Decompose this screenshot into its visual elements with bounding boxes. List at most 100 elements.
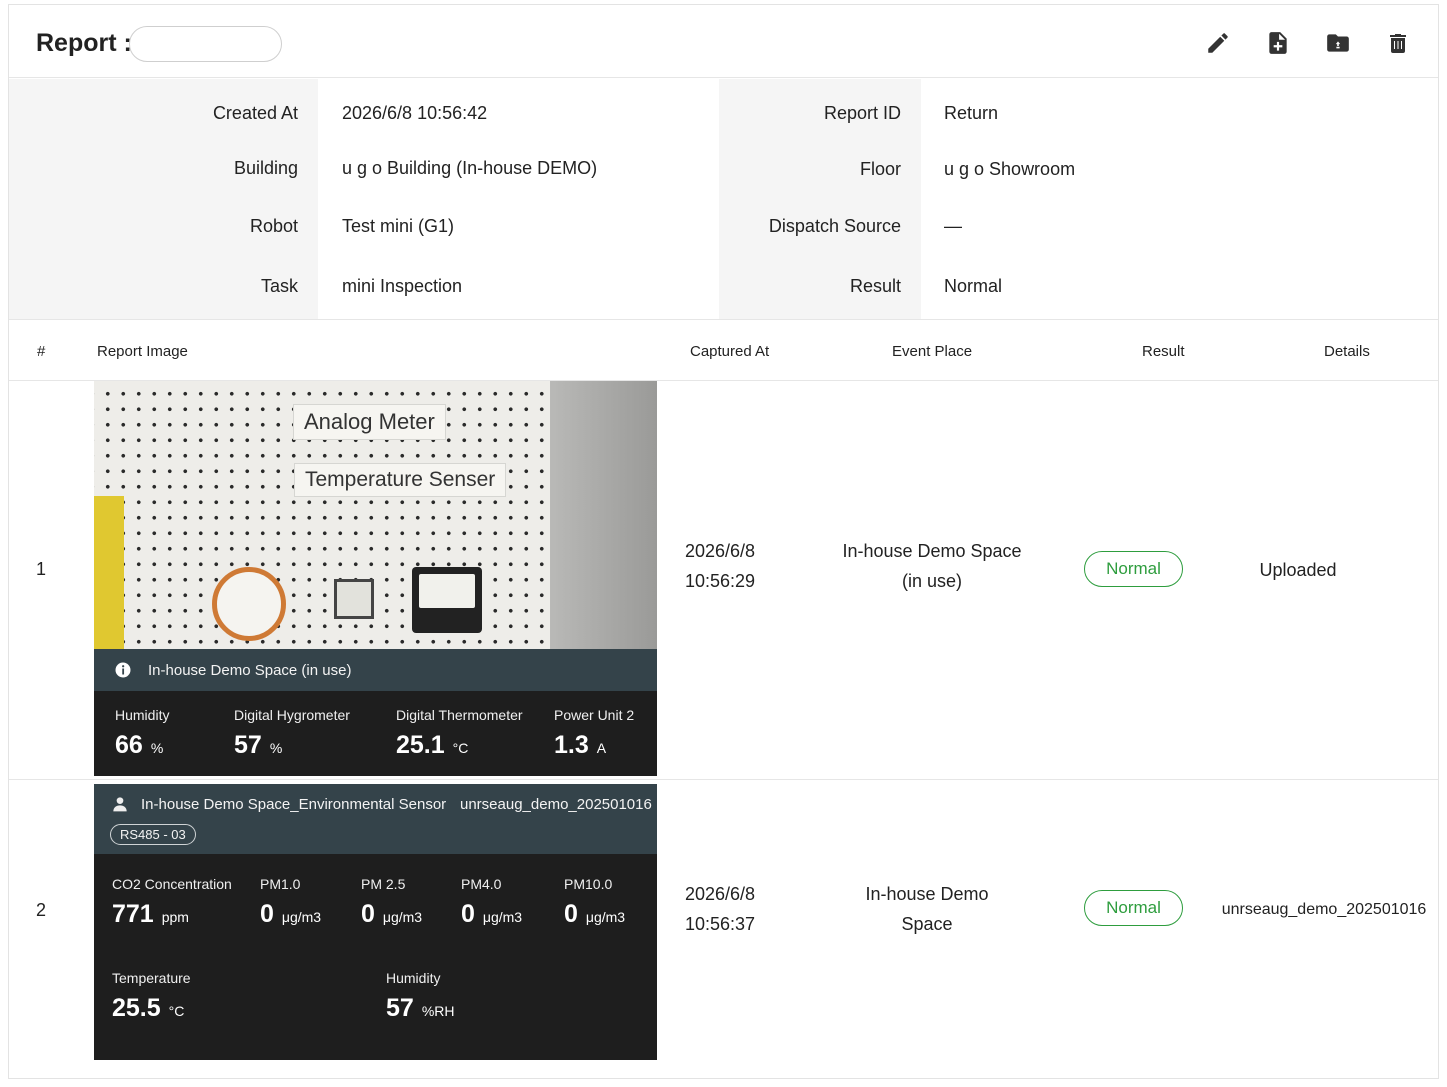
add-file-button[interactable] — [1262, 27, 1294, 59]
metric-humidity: Humidity 66% — [115, 707, 169, 760]
person-icon — [112, 796, 128, 816]
details-text: unrseaug_demo_202501016 — [1221, 901, 1427, 918]
sensor-name: In-house Demo Space_Environmental Sensor — [141, 796, 447, 813]
metric-temperature: Temperature 25.5 °C — [112, 970, 191, 1023]
status-badge: Normal — [1084, 890, 1183, 926]
info-values-left: 2026/6/8 10:56:42 u g o Building (In-hou… — [318, 79, 719, 319]
metric-label: Temperature — [112, 970, 191, 986]
metric-label: PM1.0 — [260, 876, 301, 892]
metric-value: 57 — [234, 731, 262, 759]
measuring-tape — [94, 496, 124, 649]
metric-label: Humidity — [386, 970, 441, 986]
row-index: 2 — [36, 900, 47, 920]
sign-temperature-sensor: Temperature Senser — [294, 463, 507, 497]
info-value-result: Normal — [944, 276, 1003, 296]
metric-unit: A — [596, 740, 607, 756]
metric-unit: °C — [168, 1003, 185, 1019]
delete-button[interactable] — [1382, 27, 1414, 59]
metric-digital-thermometer: Digital Thermometer 25.1 °C — [396, 707, 523, 760]
metric-value: 25.5 — [112, 994, 161, 1022]
status-badge: Normal — [1084, 551, 1183, 587]
table-row[interactable]: 2 In-house Demo Space_Environmental Sens… — [9, 781, 1438, 1079]
metric-unit: °C — [452, 740, 469, 756]
metric-pm25: PM 2.5 0 μg/m3 — [361, 876, 422, 929]
delete-icon — [1390, 34, 1406, 53]
info-labels-right: Report ID Floor Dispatch Source Result — [719, 79, 921, 319]
info-value-building: u g o Building (In-house DEMO) — [342, 158, 598, 178]
info-value-dispatch-source: — — [944, 216, 962, 236]
column-header-captured-at: Captured At — [690, 343, 770, 360]
column-header-details: Details — [1324, 343, 1370, 360]
report-info: Created At Building Robot Task 2026/6/8 … — [9, 79, 1438, 320]
captured-time: 10:56:37 — [685, 914, 756, 934]
port-tag: RS485 - 03 — [110, 824, 196, 845]
captured-date: 2026/6/8 — [685, 884, 756, 904]
metric-pm10: PM10.0 0 μg/m3 — [564, 876, 625, 929]
info-label-report-id: Report ID — [823, 103, 901, 123]
event-place: In-house Demo Space — [827, 879, 1027, 939]
report-card: Report : Created At Building Robot Task — [8, 4, 1439, 1079]
metric-power-unit-2: Power Unit 2 1.3 A — [554, 707, 634, 760]
info-label-robot: Robot — [249, 216, 298, 236]
info-label-task: Task — [260, 276, 298, 296]
metric-label: Digital Hygrometer — [234, 707, 350, 723]
metric-label: PM10.0 — [564, 876, 613, 892]
metric-value: 0 — [564, 900, 578, 928]
metric-humidity: Humidity 57 %RH — [386, 970, 454, 1023]
metric-value: 1.3 — [554, 731, 589, 759]
metric-unit: μg/m3 — [585, 909, 626, 925]
metric-co2: CO2 Concentration 771 ppm — [112, 876, 232, 929]
metric-value: 57 — [386, 994, 414, 1022]
captured-time: 10:56:29 — [685, 571, 756, 591]
metric-label: Humidity — [115, 707, 170, 723]
report-name-input[interactable] — [129, 26, 282, 62]
event-place-line: In-house Demo Space — [842, 541, 1022, 561]
metric-digital-hygrometer: Digital Hygrometer 57% — [234, 707, 350, 760]
metric-pm1: PM1.0 0 μg/m3 — [260, 876, 321, 929]
captured-at: 2026/6/8 10:56:37 — [685, 879, 755, 939]
device-id: unrseaug_demo_202501016 — [460, 796, 652, 813]
metric-value: 771 — [112, 900, 154, 928]
metric-pm4: PM4.0 0 μg/m3 — [461, 876, 522, 929]
metric-value: 0 — [361, 900, 375, 928]
info-value-report-id: Return — [944, 103, 999, 123]
metric-label: Digital Thermometer — [396, 707, 523, 723]
info-value-task: mini Inspection — [342, 276, 463, 296]
info-value-robot: Test mini (G1) — [342, 216, 455, 236]
info-labels-left: Created At Building Robot Task — [9, 79, 318, 319]
metric-value: 25.1 — [396, 731, 445, 759]
info-label-floor: Floor — [859, 159, 901, 179]
page-title: Report : — [36, 29, 132, 57]
info-label-created-at: Created At — [212, 103, 298, 123]
metric-unit: % — [269, 740, 283, 756]
metric-value: 0 — [461, 900, 475, 928]
metric-value: 66 — [115, 731, 143, 759]
captured-at: 2026/6/8 10:56:29 — [685, 536, 755, 596]
add-file-icon — [1269, 32, 1287, 54]
edit-button[interactable] — [1202, 27, 1234, 59]
event-place: In-house Demo Space (in use) — [822, 536, 1042, 596]
folder-export-button[interactable] — [1322, 27, 1354, 59]
metric-label: PM4.0 — [461, 876, 502, 892]
event-place-line: Space — [901, 914, 953, 934]
metric-unit: μg/m3 — [281, 909, 322, 925]
metric-value: 0 — [260, 900, 274, 928]
row-index: 1 — [36, 559, 47, 579]
table-header: # Report Image Captured At Event Place R… — [9, 321, 1438, 381]
measurement-panel: Humidity 66% Digital Hygrometer 57% Digi… — [94, 691, 657, 776]
info-label-dispatch-source: Dispatch Source — [768, 216, 901, 236]
wall-background — [550, 381, 657, 649]
column-header-result: Result — [1142, 343, 1185, 360]
report-image[interactable]: Analog Meter Temperature Senser — [94, 381, 657, 649]
table-row[interactable]: 1 Analog Meter Temperature Senser In-hou… — [9, 381, 1438, 780]
sign-analog-meter: Analog Meter — [293, 404, 446, 440]
metric-unit: %RH — [421, 1003, 455, 1019]
analog-gauge — [212, 567, 286, 641]
metric-unit: μg/m3 — [482, 909, 523, 925]
event-place-line: In-house Demo — [865, 884, 989, 904]
metric-label: PM 2.5 — [361, 876, 406, 892]
info-icon — [114, 661, 132, 679]
metric-label: Power Unit 2 — [554, 707, 635, 723]
column-header-index: # — [37, 343, 46, 360]
info-value-created-at: 2026/6/8 10:56:42 — [342, 103, 488, 123]
